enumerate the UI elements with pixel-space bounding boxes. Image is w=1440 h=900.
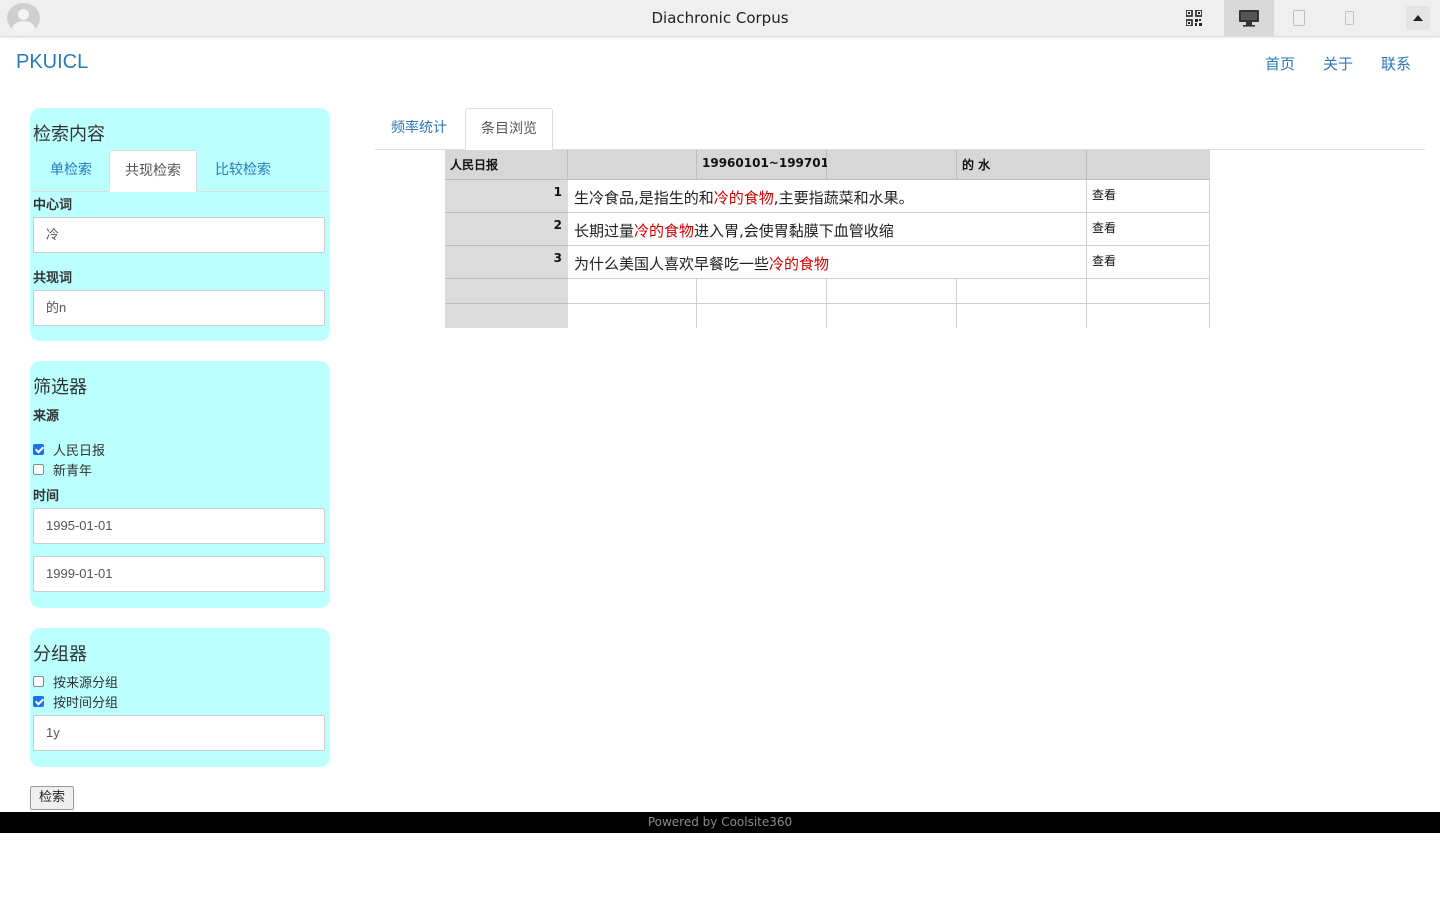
- header-empty: [1087, 150, 1210, 180]
- tab-entry-browse[interactable]: 条目浏览: [465, 108, 553, 150]
- row-index-empty: [445, 279, 568, 304]
- footer-powered-by: Powered by Coolsite360: [0, 812, 1440, 833]
- empty-cell: [1087, 279, 1210, 304]
- checkbox-group-by-source[interactable]: [33, 676, 44, 687]
- checkbox-renmin[interactable]: [33, 444, 44, 455]
- row-index: 3: [445, 246, 568, 279]
- group-option-label: 按来源分组: [53, 676, 119, 691]
- header-empty: [568, 150, 697, 180]
- header-source: 人民日报: [445, 150, 568, 180]
- filter-panel: 筛选器 来源 人民日报 新青年 时间 1995-01-01 1999-01-01: [30, 361, 330, 608]
- keyword-hit: 冷的食物: [634, 222, 695, 240]
- checkbox-xinqingnian[interactable]: [33, 464, 44, 475]
- row-index: 1: [445, 180, 568, 213]
- header-range: 19960101~19970101: [697, 150, 846, 180]
- empty-cell: [697, 304, 827, 328]
- empty-cell: [827, 304, 957, 328]
- group-panel: 分组器 按来源分组 按时间分组 1y: [30, 628, 330, 767]
- time-end-input[interactable]: 1999-01-01: [33, 556, 325, 592]
- keyword-hit: 冷的食物: [713, 189, 774, 207]
- tablet-view-icon[interactable]: [1274, 0, 1324, 36]
- filter-panel-title: 筛选器: [33, 377, 87, 398]
- time-label: 时间: [33, 489, 60, 504]
- view-link[interactable]: 查看: [1087, 180, 1210, 213]
- group-by-time-option[interactable]: 按时间分组: [33, 692, 118, 711]
- window-titlebar: Diachronic Corpus: [0, 0, 1440, 37]
- user-avatar[interactable]: [7, 3, 40, 33]
- table-row: 为什么美国人喜欢早餐吃一些冷的食物: [568, 246, 1087, 279]
- desktop-view-icon[interactable]: [1224, 0, 1274, 36]
- context-before: 长期过量: [574, 222, 635, 240]
- empty-cell: [568, 304, 697, 328]
- nav-contact[interactable]: 联系: [1381, 53, 1411, 74]
- search-mode-tabs: 单检索 共现检索 比较检索: [33, 150, 327, 192]
- center-word-label: 中心词: [33, 198, 73, 213]
- tab-frequency-stats[interactable]: 频率统计: [375, 108, 463, 149]
- source-option-renmin[interactable]: 人民日报: [33, 440, 105, 459]
- source-label: 来源: [33, 409, 60, 424]
- group-interval-input[interactable]: 1y: [33, 715, 325, 751]
- search-button[interactable]: 检索: [30, 786, 74, 810]
- empty-cell: [568, 279, 697, 304]
- source-option-label: 新青年: [53, 464, 93, 479]
- center-word-input[interactable]: 冷: [33, 217, 325, 253]
- tab-single-search[interactable]: 单检索: [33, 150, 109, 191]
- brand-logo[interactable]: PKUICL: [16, 51, 88, 74]
- group-panel-title: 分组器: [33, 644, 87, 665]
- table-row: 长期过量冷的食物进入胃,会使胃黏膜下血管收缩: [568, 213, 1087, 246]
- row-index: 2: [445, 213, 568, 246]
- tab-cooccurrence-search[interactable]: 共现检索: [109, 150, 197, 192]
- header-empty: [827, 150, 957, 180]
- result-view-tabs: 频率统计 条目浏览: [375, 108, 1425, 150]
- cooccur-word-label: 共现词: [33, 271, 73, 286]
- group-option-label: 按时间分组: [53, 696, 119, 711]
- nav-home[interactable]: 首页: [1265, 53, 1295, 74]
- results-table: 人民日报 19960101~19970101 的 水 1 生冷食品,是指生的和冷…: [445, 150, 1210, 328]
- empty-cell: [957, 304, 1087, 328]
- collapse-icon[interactable]: [1406, 6, 1430, 30]
- source-option-label: 人民日报: [53, 444, 106, 459]
- view-link[interactable]: 查看: [1087, 246, 1210, 279]
- group-by-source-option[interactable]: 按来源分组: [33, 672, 118, 691]
- empty-cell: [1087, 304, 1210, 328]
- nav-about[interactable]: 关于: [1323, 53, 1353, 74]
- context-before: 生冷食品,是指生的和: [574, 189, 714, 207]
- source-option-xinqingnian[interactable]: 新青年: [33, 460, 92, 479]
- phone-view-icon[interactable]: [1324, 0, 1374, 36]
- tab-compare-search[interactable]: 比较检索: [199, 150, 287, 191]
- context-after: 进入胃,会使胃黏膜下血管收缩: [694, 222, 894, 240]
- context-after: ,主要指蔬菜和水果。: [773, 189, 914, 207]
- empty-cell: [827, 279, 957, 304]
- view-link[interactable]: 查看: [1087, 213, 1210, 246]
- context-before: 为什么美国人喜欢早餐吃一些: [574, 255, 770, 273]
- search-panel-title: 检索内容: [33, 124, 105, 145]
- search-content-panel: 检索内容 单检索 共现检索 比较检索 中心词 冷 共现词 的n: [30, 108, 330, 341]
- empty-cell: [697, 279, 827, 304]
- empty-cell: [957, 279, 1087, 304]
- keyword-hit: 冷的食物: [769, 255, 830, 273]
- table-row: 生冷食品,是指生的和冷的食物,主要指蔬菜和水果。: [568, 180, 1087, 213]
- header-pattern: 的 水: [957, 150, 1087, 180]
- time-start-input[interactable]: 1995-01-01: [33, 508, 325, 544]
- cooccur-word-input[interactable]: 的n: [33, 290, 325, 326]
- row-index-empty: [445, 304, 568, 328]
- qr-code-icon[interactable]: [1172, 0, 1216, 36]
- checkbox-group-by-time[interactable]: [33, 696, 44, 707]
